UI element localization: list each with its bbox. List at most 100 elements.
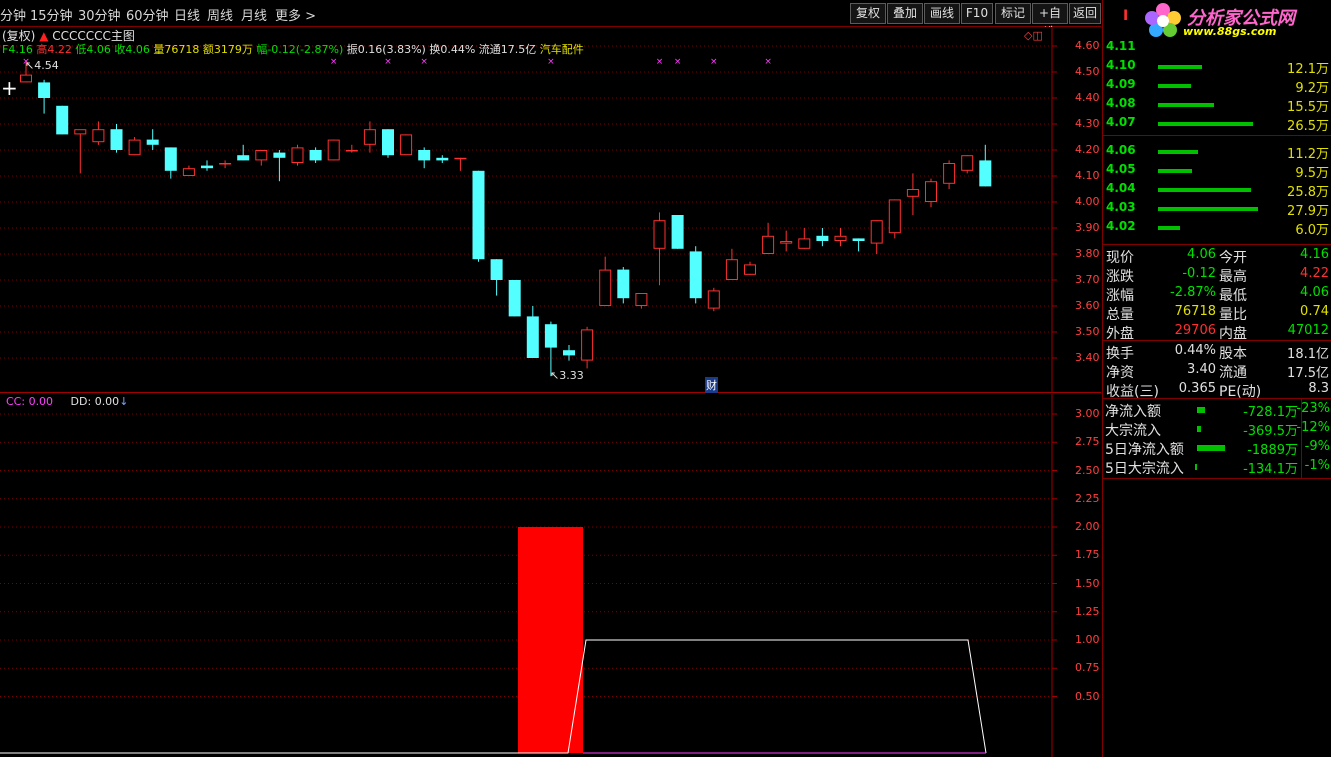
high-marker-label: ↖4.54: [25, 59, 59, 72]
candle-body: [472, 170, 485, 260]
candle: [508, 280, 521, 317]
candle-body: [961, 155, 974, 171]
sell-level-row[interactable]: 4.11: [1103, 38, 1331, 57]
sell-level-row[interactable]: 4.08 15.5万: [1103, 95, 1331, 115]
volume-bar: [1158, 188, 1251, 192]
back-button[interactable]: 返回: [1069, 3, 1101, 24]
candle-body: [762, 235, 775, 255]
candle-body: [128, 139, 141, 156]
candle: [128, 137, 141, 156]
price-tick-label: 3.50: [1075, 325, 1100, 338]
period-day-tab[interactable]: 日线: [174, 5, 200, 24]
candle-body: [816, 235, 829, 241]
candle-body: [382, 129, 394, 156]
indicator-chart[interactable]: CC: 0.00 DD: 0.00↓ 3.00 2.75 2.50 2.25 2.00 1…: [0, 394, 1101, 757]
period-60min-tab[interactable]: 60分钟: [126, 5, 169, 24]
candle-body: [979, 160, 992, 187]
candle-body: [255, 150, 268, 161]
sell-volume: 9.2万: [1295, 81, 1329, 96]
signal-marker: ×: [330, 57, 338, 67]
open-value: F4.16: [2, 43, 33, 56]
candlestick-chart[interactable]: × × × × × × × × × (复权) ▲ CCCCCCC主图 F4.16 高4.22 低…: [0, 27, 1101, 393]
overlay-button[interactable]: 叠加: [887, 3, 923, 24]
period-week-tab[interactable]: 周线: [207, 5, 233, 24]
add-watchlist-button[interactable]: +自选: [1032, 3, 1068, 39]
buy-level-row[interactable]: 4.04 25.8万: [1103, 180, 1331, 200]
dropdown-arrow-icon[interactable]: ↓: [119, 395, 128, 408]
flow-bar: [1195, 464, 1197, 470]
candle-body: [363, 129, 376, 145]
buy-level-row[interactable]: 4.03 27.9万: [1103, 199, 1331, 219]
fund-value: 8.3: [1308, 381, 1329, 396]
buy-level-row[interactable]: 4.06 11.2万: [1103, 142, 1331, 162]
indicator-tick-label: 1.50: [1075, 576, 1100, 590]
candle-body: [74, 129, 87, 135]
candle-body: [617, 269, 630, 299]
candle-body: [689, 251, 702, 299]
buy-volume: 25.8万: [1287, 185, 1329, 200]
candle: [472, 170, 485, 262]
buy-volume: 6.0万: [1295, 223, 1329, 238]
fund-label: 股本: [1219, 346, 1247, 362]
sell-price: 4.07: [1106, 115, 1136, 129]
candle-body: [906, 189, 919, 197]
fuquan-button[interactable]: 复权: [850, 3, 886, 24]
logo-area: I 分析家公式网 www.88gs.com: [1103, 0, 1331, 38]
candle-body: [581, 329, 594, 361]
candle-body: [327, 139, 340, 161]
indicator-tick-label: 1.00: [1075, 633, 1100, 646]
price-tick-label: 4.50: [1075, 65, 1100, 78]
flow-label: 大宗流入: [1105, 423, 1161, 439]
candle-body: [925, 181, 937, 202]
sell-level-row[interactable]: 4.10 12.1万: [1103, 57, 1331, 77]
turnover-value: 换0.44%: [429, 43, 476, 56]
f10-button[interactable]: F10: [961, 3, 993, 24]
quote-value: 4.06: [1300, 285, 1329, 300]
buy-volume: 11.2万: [1287, 147, 1329, 162]
window-controls[interactable]: ◇◫: [1024, 29, 1043, 42]
fund-value: 0.365: [1178, 381, 1216, 396]
money-flow-row: 5日大宗流入 -134.1万 -1%: [1103, 457, 1331, 477]
fundamental-row: 净资 3.40 流通 17.5亿: [1103, 361, 1331, 381]
flow-value: -1889万: [1247, 443, 1298, 458]
candle-body: [164, 147, 177, 171]
buy-level-row[interactable]: 4.05 9.5万: [1103, 161, 1331, 181]
mark-button[interactable]: 标记: [995, 3, 1031, 24]
period-month-tab[interactable]: 月线: [241, 5, 267, 24]
buy-level-row[interactable]: 4.02 6.0万: [1103, 218, 1331, 238]
candle-body: [291, 147, 304, 164]
sell-level-row[interactable]: 4.09 9.2万: [1103, 76, 1331, 96]
period-30min-tab[interactable]: 30分钟: [78, 5, 121, 24]
period-15min-tab[interactable]: 15分钟: [30, 5, 73, 24]
candle: [617, 267, 630, 304]
candle-body: [436, 157, 449, 161]
candle-body: [852, 238, 865, 241]
flow-bar: [1197, 407, 1205, 413]
quote-label: 最低: [1219, 288, 1247, 304]
signal-marker: ×: [384, 57, 392, 67]
quote-value: 4.06: [1187, 247, 1216, 262]
buy-volume: 9.5万: [1295, 166, 1329, 181]
panel-letter: I: [1123, 8, 1129, 24]
flower-logo-icon: [1145, 3, 1181, 37]
period-1min-tab[interactable]: 分钟: [0, 5, 26, 24]
sell-price: 4.09: [1106, 77, 1136, 91]
indicator-tick-label: 3.00: [1075, 407, 1100, 420]
candlestick-svg[interactable]: × × × × × × × × ×: [0, 27, 1101, 393]
quote-value: 76718: [1174, 304, 1216, 319]
indicator-svg[interactable]: [0, 394, 1101, 757]
buy-price: 4.03: [1106, 200, 1136, 214]
period-more-tab[interactable]: 更多 >: [275, 5, 316, 24]
candle-body: [219, 163, 232, 165]
sector-label[interactable]: 汽车配件: [540, 43, 584, 56]
price-tick-label: 3.80: [1075, 247, 1100, 260]
money-flow-row: 净流入额 -728.1万 -23%: [1103, 400, 1331, 420]
finance-marker[interactable]: 财: [705, 377, 718, 393]
sell-level-row[interactable]: 4.07 26.5万: [1103, 114, 1331, 134]
price-tick-label: 4.20: [1075, 143, 1100, 156]
logo-url[interactable]: www.88gs.com: [1183, 25, 1276, 38]
volume-bar: [1158, 226, 1180, 230]
draw-button[interactable]: 画线: [924, 3, 960, 24]
signal-marker: ×: [656, 57, 664, 67]
volume-value: 量76718: [153, 43, 200, 56]
